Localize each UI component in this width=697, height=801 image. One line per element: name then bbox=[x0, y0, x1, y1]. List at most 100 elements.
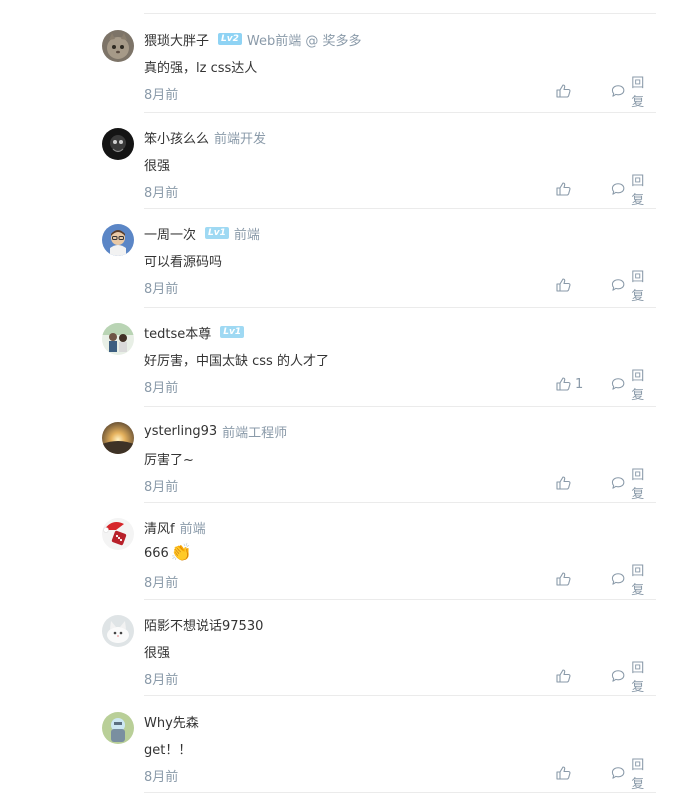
reply-button[interactable]: 回复 bbox=[611, 468, 656, 502]
comment-content: 很强 bbox=[144, 159, 171, 174]
thumbs-up-icon bbox=[556, 84, 571, 98]
username[interactable]: ysterling93 bbox=[144, 424, 217, 439]
reply-button[interactable]: 回复 bbox=[611, 758, 656, 792]
like-button[interactable] bbox=[556, 668, 571, 684]
user-title: 前端 bbox=[233, 227, 260, 243]
comment-bubble-icon bbox=[611, 573, 625, 585]
like-count: 1 bbox=[575, 376, 584, 392]
avatar[interactable] bbox=[102, 224, 134, 256]
user-title: 前端工程师 bbox=[222, 425, 288, 441]
comment-time: 8月前 bbox=[144, 480, 179, 495]
thumbs-up-icon bbox=[556, 572, 571, 586]
username[interactable]: Why先森 bbox=[144, 712, 199, 731]
username[interactable]: 清风f bbox=[144, 518, 175, 537]
like-button[interactable] bbox=[556, 475, 571, 491]
avatar[interactable] bbox=[102, 615, 134, 647]
level-badge[interactable]: Lv1 bbox=[205, 227, 229, 239]
reply-button[interactable]: 回复 bbox=[611, 174, 656, 208]
divider bbox=[144, 695, 656, 696]
comment-time: 8月前 bbox=[144, 381, 179, 396]
like-button[interactable] bbox=[556, 83, 571, 99]
username[interactable]: 猥琐大胖子 bbox=[144, 30, 209, 49]
comment-time: 8月前 bbox=[144, 673, 179, 688]
reply-button[interactable]: 回复 bbox=[611, 270, 656, 304]
comment-bubble-icon bbox=[611, 279, 625, 291]
avatar[interactable] bbox=[102, 422, 134, 454]
divider bbox=[144, 792, 656, 793]
comment-content: 好厉害，中国太缺 css 的人才了 bbox=[144, 354, 329, 369]
comment-bubble-icon bbox=[611, 85, 625, 97]
reply-label: 回复 bbox=[631, 174, 645, 208]
level-badge[interactable]: Lv2 bbox=[218, 33, 242, 45]
reply-button[interactable]: 回复 bbox=[611, 369, 656, 403]
reply-label: 回复 bbox=[631, 468, 645, 502]
divider bbox=[144, 502, 656, 503]
user-title: Web前端 @ 奖多多 bbox=[246, 33, 362, 49]
avatar[interactable] bbox=[102, 30, 134, 62]
comment-meta: 一周一次 Lv1 前端 bbox=[144, 224, 260, 243]
reply-label: 回复 bbox=[631, 564, 645, 598]
comment-content: get！！ bbox=[144, 743, 192, 758]
reply-label: 回复 bbox=[631, 76, 645, 110]
divider bbox=[144, 406, 656, 407]
like-button[interactable] bbox=[556, 765, 571, 781]
comment-content: 可以看源码吗 bbox=[144, 255, 223, 270]
user-title: 前端 bbox=[179, 521, 206, 537]
user-title: 前端开发 bbox=[214, 131, 267, 147]
comment-text: 666 bbox=[144, 546, 169, 561]
comment-meta: 笨小孩么么 前端开发 bbox=[144, 128, 267, 147]
comment-meta: 陌影不想说话97530 bbox=[144, 615, 263, 634]
avatar[interactable] bbox=[102, 128, 134, 160]
clapping-hands-icon: 👏 bbox=[170, 543, 192, 563]
comment-bubble-icon bbox=[611, 183, 625, 195]
reply-button[interactable]: 回复 bbox=[611, 661, 656, 695]
comment-meta: tedtse本尊 Lv1 bbox=[144, 323, 245, 342]
reply-label: 回复 bbox=[631, 758, 645, 792]
avatar[interactable] bbox=[102, 518, 134, 550]
comment-time: 8月前 bbox=[144, 88, 179, 103]
reply-label: 回复 bbox=[631, 369, 645, 403]
comment-content: 真的强，lz css达人 bbox=[144, 61, 258, 76]
reply-button[interactable]: 回复 bbox=[611, 564, 656, 598]
comment-content: 666 👏 bbox=[144, 545, 192, 562]
thumbs-up-icon bbox=[556, 669, 571, 683]
username[interactable]: 一周一次 bbox=[144, 224, 196, 243]
thumbs-up-icon bbox=[556, 377, 571, 391]
comment-content: 很强 bbox=[144, 646, 171, 661]
divider bbox=[144, 599, 656, 600]
divider bbox=[144, 307, 656, 308]
like-button[interactable] bbox=[556, 571, 571, 587]
comment-content: 厉害了~ bbox=[144, 453, 194, 468]
like-button[interactable] bbox=[556, 181, 571, 197]
comment-meta: 清风f 前端 bbox=[144, 518, 206, 537]
username[interactable]: tedtse本尊 bbox=[144, 323, 211, 342]
comment-meta: Why先森 bbox=[144, 712, 199, 731]
like-button[interactable]: 1 bbox=[556, 376, 583, 392]
comment-meta: 猥琐大胖子 Lv2 Web前端 @ 奖多多 bbox=[144, 30, 362, 49]
username[interactable]: 笨小孩么么 bbox=[144, 128, 209, 147]
like-button[interactable] bbox=[556, 277, 571, 293]
comment-time: 8月前 bbox=[144, 282, 179, 297]
avatar[interactable] bbox=[102, 712, 134, 744]
comment-list: 猥琐大胖子 Lv2 Web前端 @ 奖多多 真的强，lz css达人 8月前 回… bbox=[0, 0, 697, 801]
reply-button[interactable]: 回复 bbox=[611, 76, 656, 110]
thumbs-up-icon bbox=[556, 278, 571, 292]
comment-bubble-icon bbox=[611, 670, 625, 682]
thumbs-up-icon bbox=[556, 182, 571, 196]
level-badge[interactable]: Lv1 bbox=[220, 326, 245, 338]
comment-bubble-icon bbox=[611, 477, 625, 489]
comment-time: 8月前 bbox=[144, 770, 179, 785]
username[interactable]: 陌影不想说话97530 bbox=[144, 615, 263, 634]
divider bbox=[144, 112, 656, 113]
comment-time: 8月前 bbox=[144, 576, 179, 591]
reply-label: 回复 bbox=[631, 661, 645, 695]
thumbs-up-icon bbox=[556, 766, 571, 780]
comment-time: 8月前 bbox=[144, 186, 179, 201]
thumbs-up-icon bbox=[556, 476, 571, 490]
divider bbox=[144, 208, 656, 209]
comment-meta: ysterling93 前端工程师 bbox=[144, 422, 288, 441]
reply-label: 回复 bbox=[631, 270, 645, 304]
comment-bubble-icon bbox=[611, 378, 625, 390]
avatar[interactable] bbox=[102, 323, 134, 355]
top-divider bbox=[144, 13, 656, 14]
